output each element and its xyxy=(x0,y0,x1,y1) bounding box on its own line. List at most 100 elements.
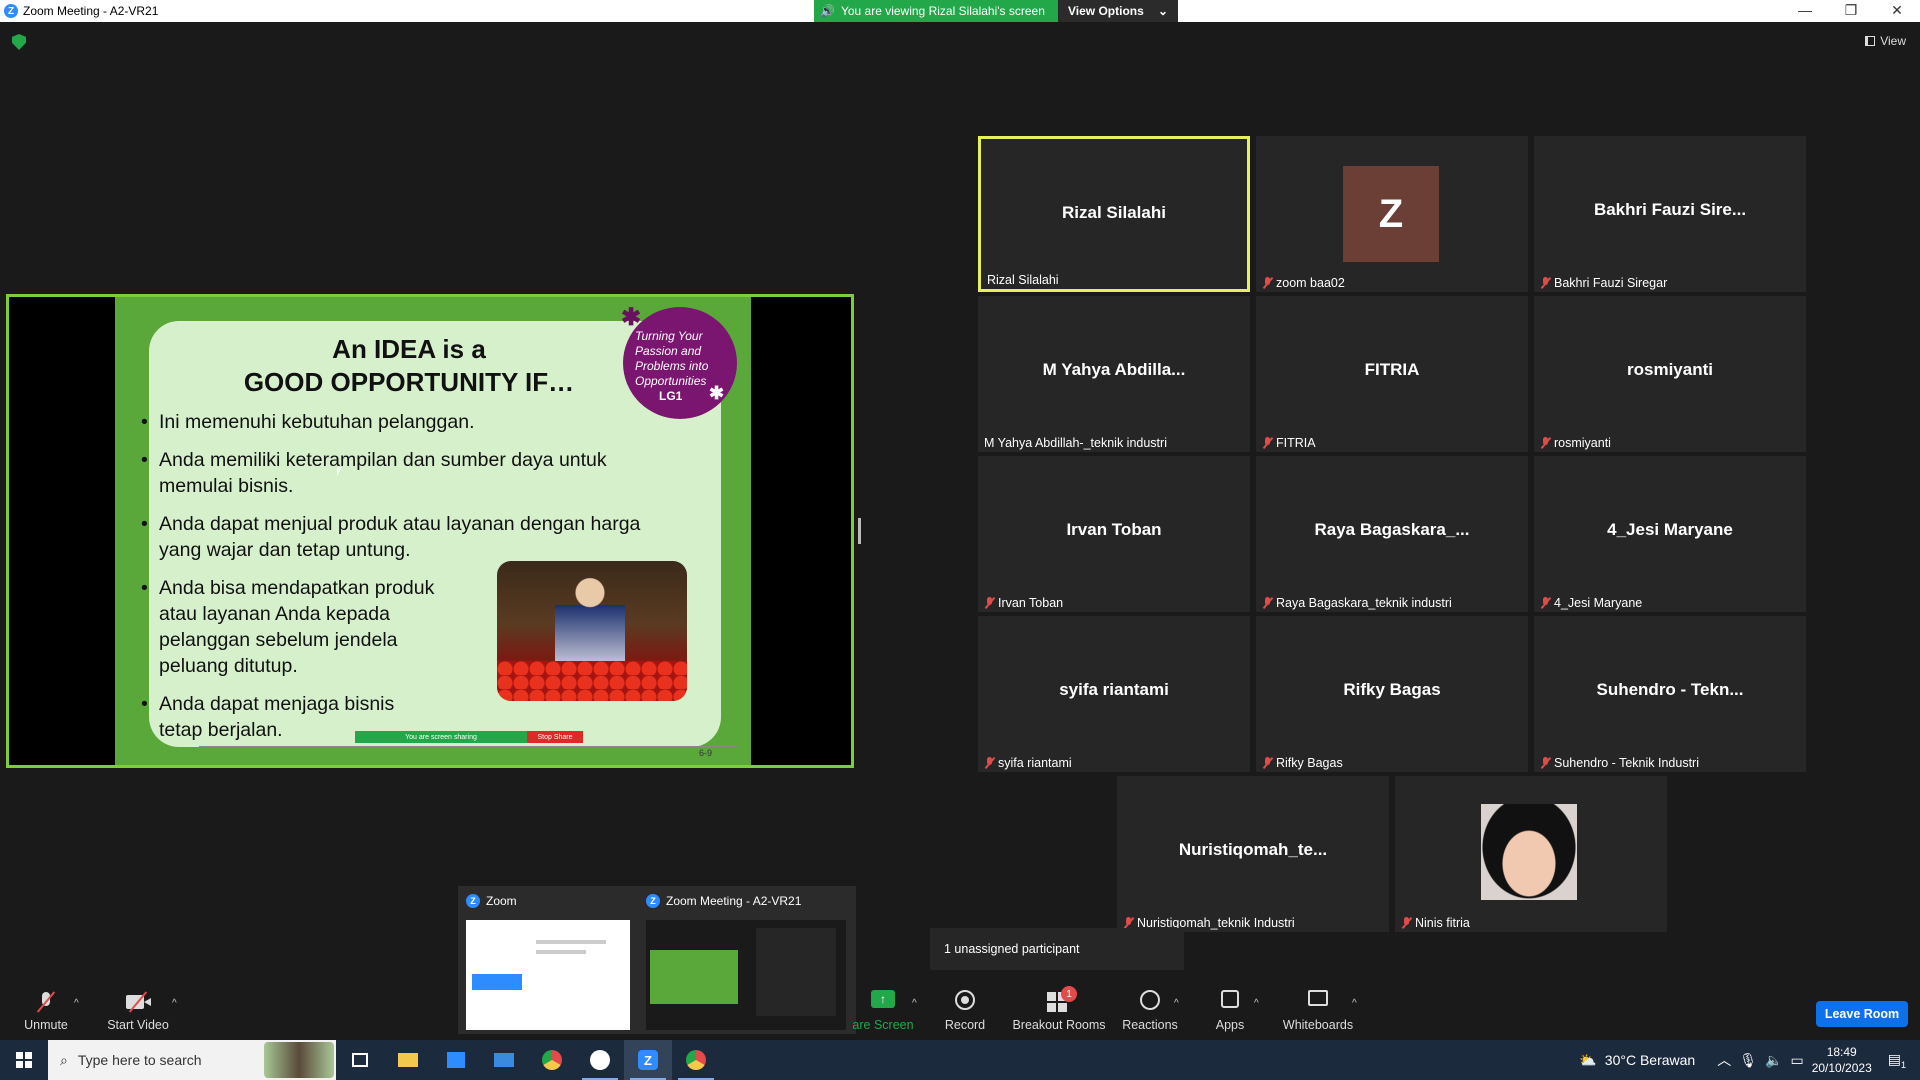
participant-name-label: FITRIA xyxy=(1262,436,1316,450)
audio-options-caret[interactable]: ^ xyxy=(74,998,79,1009)
start-video-button[interactable]: Start Video xyxy=(104,990,172,1032)
start-button[interactable] xyxy=(0,1040,48,1080)
apps-button[interactable]: Apps xyxy=(1212,990,1248,1032)
leave-room-button[interactable]: Leave Room xyxy=(1816,1001,1908,1027)
participant-tile[interactable]: syifa riantami syifa riantami xyxy=(978,616,1250,772)
share-screen-label: are Screen xyxy=(852,1018,914,1032)
unassigned-participant-notice[interactable]: 1 unassigned participant xyxy=(930,928,1184,970)
participant-display-name: Bakhri Fauzi Sire... xyxy=(1593,200,1747,219)
whiteboards-label: Whiteboards xyxy=(1282,1018,1354,1032)
participant-display-name: Irvan Toban xyxy=(1066,520,1162,539)
participant-tile[interactable]: 4_Jesi Maryane 4_Jesi Maryane xyxy=(1534,456,1806,612)
task-view-icon[interactable] xyxy=(336,1040,384,1080)
participant-name-label: Bakhri Fauzi Siregar xyxy=(1540,276,1667,290)
slide-divider xyxy=(199,746,739,747)
whiteboard-icon xyxy=(1308,990,1328,1006)
participant-tile[interactable]: Nuristiqomah_te... Nuristiqomah_teknik In… xyxy=(1117,776,1389,932)
participant-name-label: syifa riantami xyxy=(984,756,1072,770)
participant-tile[interactable]: Rizal Silalahi Rizal Silalahi xyxy=(978,136,1250,292)
taskbar-search-box[interactable]: ⌕ Type here to search xyxy=(48,1040,336,1080)
apps-options-caret[interactable]: ^ xyxy=(1254,998,1259,1009)
camera-off-icon xyxy=(124,990,152,1014)
unmute-button[interactable]: Unmute xyxy=(18,990,74,1032)
participant-display-name: M Yahya Abdilla... xyxy=(1042,360,1186,379)
whiteboards-button[interactable]: Whiteboards xyxy=(1282,990,1354,1032)
weather-text[interactable]: 30°C Berawan xyxy=(1605,1052,1695,1068)
participant-tile[interactable]: M Yahya Abdilla... M Yahya Abdillah-_tekn… xyxy=(978,296,1250,452)
reactions-button[interactable]: Reactions xyxy=(1122,990,1178,1032)
breakout-rooms-label: Breakout Rooms xyxy=(1012,1018,1106,1032)
reactions-label: Reactions xyxy=(1122,1018,1178,1032)
clock[interactable]: 18:49 20/10/2023 xyxy=(1812,1044,1872,1076)
chrome-profile-icon[interactable] xyxy=(672,1040,720,1080)
microphone-icon[interactable]: 🎙 xyxy=(1739,1052,1757,1069)
start-video-label: Start Video xyxy=(107,1018,169,1032)
participant-name: Suhendro - Teknik Industri xyxy=(1554,756,1699,770)
participant-name: Bakhri Fauzi Siregar xyxy=(1554,276,1668,290)
volume-icon[interactable]: 🔈 xyxy=(1765,1052,1782,1069)
viewing-text: You are viewing Rizal Silalahi's screen xyxy=(840,4,1045,18)
teamviewer-icon[interactable] xyxy=(576,1040,624,1080)
mail-icon[interactable] xyxy=(480,1040,528,1080)
microphone-muted-icon xyxy=(984,597,995,609)
clock-time: 18:49 xyxy=(1826,1045,1857,1059)
breakout-rooms-button[interactable]: 1 Breakout Rooms xyxy=(1012,986,1106,1032)
bullet-item: • Anda memiliki keterampilan dan sumber d… xyxy=(141,449,607,497)
viewing-banner: 🔊 You are viewing Rizal Silalahi's scree… xyxy=(814,0,1178,22)
participant-name-label: Rizal Silalahi xyxy=(987,273,1059,287)
participant-display-name: rosmiyanti xyxy=(1627,360,1713,379)
search-highlight-image xyxy=(264,1042,334,1078)
view-label: View xyxy=(1880,34,1906,48)
shared-screen[interactable]: An IDEA is a GOOD OPPORTUNITY IF… ✱ Turn… xyxy=(6,294,854,768)
notification-icon[interactable]: ▤1 xyxy=(1880,1051,1914,1070)
reactions-options-caret[interactable]: ^ xyxy=(1174,998,1179,1009)
record-icon xyxy=(955,990,975,1010)
mini-sharing-bar: You are screen sharing Stop Share xyxy=(355,731,583,743)
microphone-muted-icon xyxy=(1540,437,1551,449)
task-preview-zoom-meeting[interactable]: Z Zoom Meeting - A2-VR21 xyxy=(638,886,856,1034)
participant-photo xyxy=(1481,804,1577,900)
participant-name: rosmiyanti xyxy=(1554,436,1611,450)
participant-tile[interactable]: FITRIA FITRIA xyxy=(1256,296,1528,452)
file-explorer-icon[interactable] xyxy=(384,1040,432,1080)
participant-name-label: Rifky Bagas xyxy=(1262,756,1343,770)
microphone-muted-icon xyxy=(1540,597,1551,609)
view-button[interactable]: View xyxy=(1865,34,1906,48)
record-button[interactable]: Record xyxy=(944,990,986,1032)
share-screen-button[interactable]: ↑ are Screen xyxy=(852,990,914,1032)
encryption-shield-icon[interactable] xyxy=(12,34,26,50)
participant-name-label: Ninis fitria xyxy=(1401,916,1470,930)
share-options-caret[interactable]: ^ xyxy=(912,998,917,1009)
participant-tile[interactable]: Rifky Bagas Rifky Bagas xyxy=(1256,616,1528,772)
chrome-icon[interactable] xyxy=(528,1040,576,1080)
chevron-up-icon[interactable]: ︿ xyxy=(1717,1050,1731,1070)
system-tray: ⛅ 30°C Berawan ︿ 🎙 🔈 ▭ 18:49 20/10/2023 … xyxy=(1579,1040,1920,1080)
participant-tile[interactable]: Ninis fitria xyxy=(1395,776,1667,932)
breakout-rooms-icon: 1 xyxy=(1047,986,1077,1014)
microphone-muted-icon xyxy=(34,990,58,1014)
participant-name: Ninis fitria xyxy=(1415,916,1470,930)
whiteboards-options-caret[interactable]: ^ xyxy=(1352,998,1357,1009)
slide-photo xyxy=(497,561,687,701)
view-options-label: View Options xyxy=(1068,4,1144,18)
participant-name-label: Irvan Toban xyxy=(984,596,1063,610)
participant-tile[interactable]: rosmiyanti rosmiyanti xyxy=(1534,296,1806,452)
microphone-muted-icon xyxy=(1262,277,1273,289)
task-preview-title: Zoom xyxy=(486,894,517,908)
close-button[interactable]: ✕ xyxy=(1874,0,1920,22)
task-preview-thumbnail xyxy=(646,920,846,1030)
participant-tile[interactable]: Raya Bagaskara_... Raya Bagaskara_teknik … xyxy=(1256,456,1528,612)
participant-tile[interactable]: Zzoom baa02 xyxy=(1256,136,1528,292)
split-divider-handle[interactable] xyxy=(858,518,861,544)
participant-tile[interactable]: Irvan Toban Irvan Toban xyxy=(978,456,1250,612)
participant-tile[interactable]: Bakhri Fauzi Sire... Bakhri Fauzi Siregar xyxy=(1534,136,1806,292)
view-options-button[interactable]: View Options ⌄ xyxy=(1058,0,1178,22)
network-icon[interactable]: ▭ xyxy=(1790,1052,1803,1069)
participant-tile[interactable]: Suhendro - Tekn... Suhendro - Teknik Indu… xyxy=(1534,616,1806,772)
minimize-button[interactable]: — xyxy=(1782,0,1828,22)
microsoft-store-icon[interactable] xyxy=(432,1040,480,1080)
zoom-taskbar-icon[interactable]: Z xyxy=(624,1040,672,1080)
task-preview-zoom[interactable]: Z Zoom xyxy=(458,886,638,1034)
restore-button[interactable]: ❐ xyxy=(1828,0,1874,22)
video-options-caret[interactable]: ^ xyxy=(172,998,177,1009)
